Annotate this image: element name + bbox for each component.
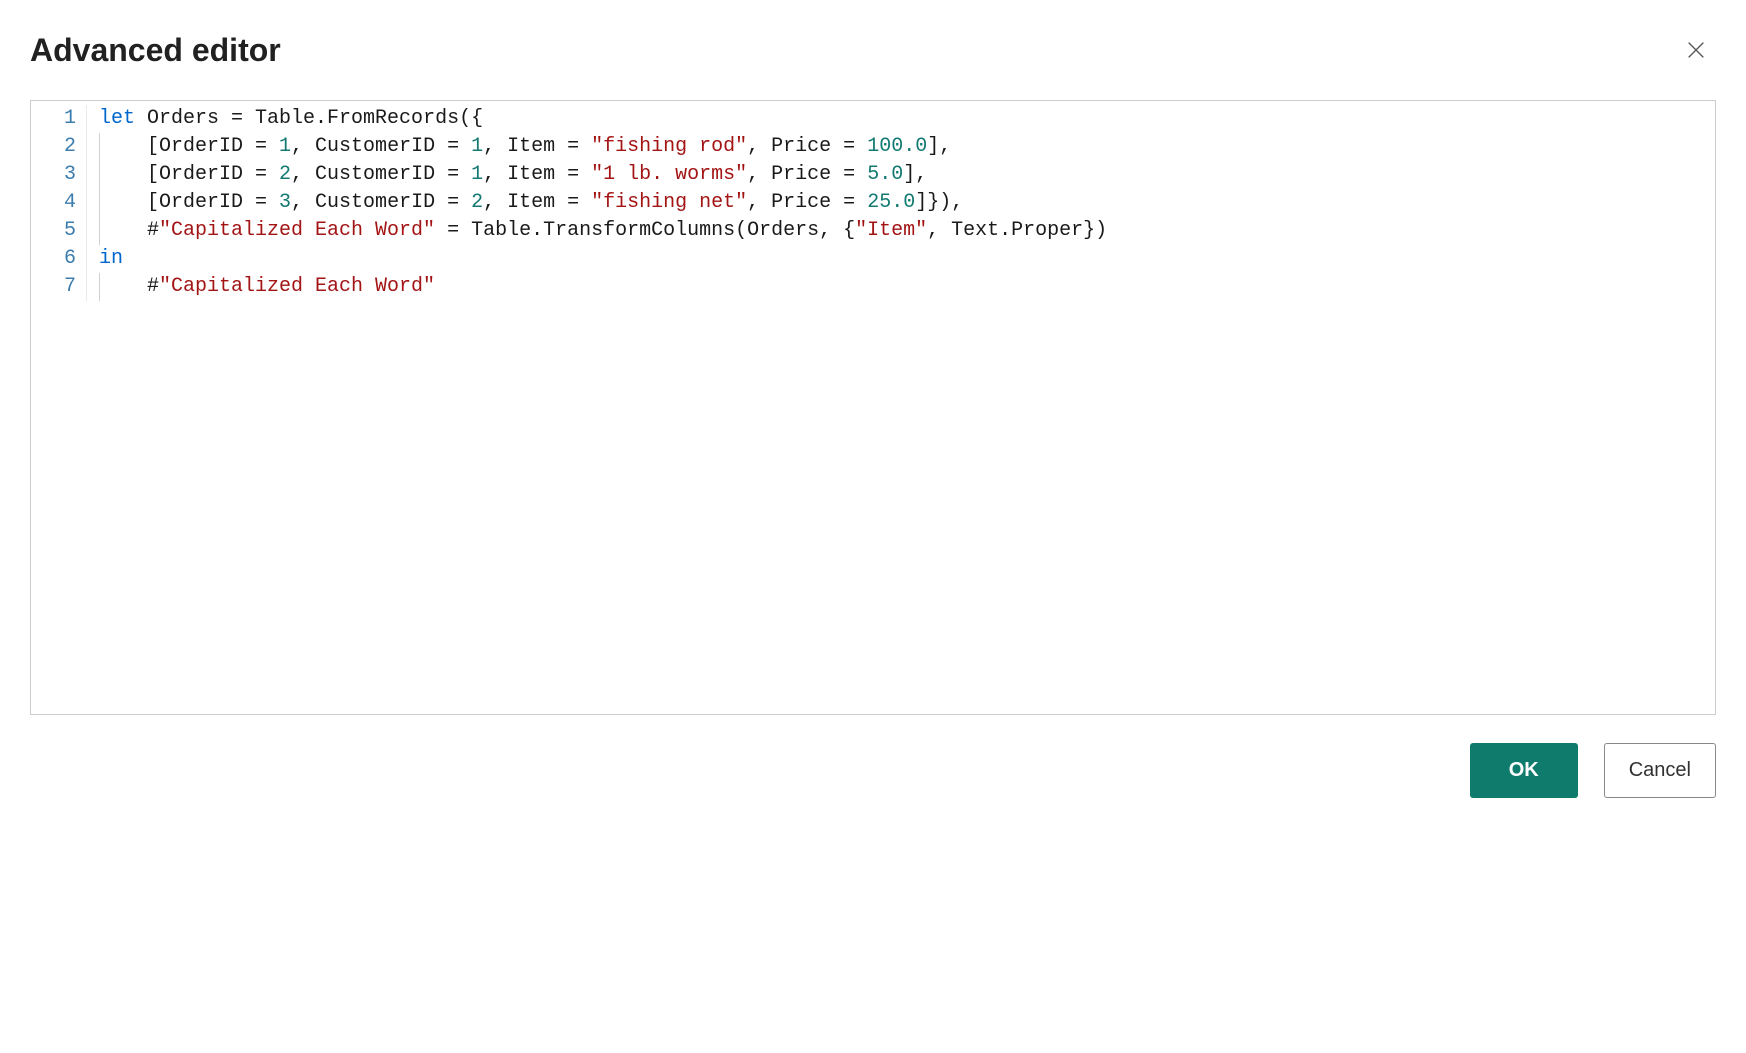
cancel-button[interactable]: Cancel (1604, 743, 1716, 798)
line-number: 3 (31, 161, 76, 189)
line-number: 6 (31, 245, 76, 273)
code-token: "Item" (855, 219, 927, 242)
code-line[interactable]: let Orders = Table.FromRecords({ (99, 105, 1715, 133)
line-number: 2 (31, 133, 76, 161)
code-token: 25.0 (867, 191, 915, 214)
code-token: , CustomerID = (291, 135, 471, 158)
code-token: , Item = (483, 191, 591, 214)
close-button[interactable] (1676, 30, 1716, 70)
advanced-editor-dialog: Advanced editor 1234567 let Orders = Tab… (30, 30, 1716, 798)
code-line[interactable]: #"Capitalized Each Word" = Table.Transfo… (99, 217, 1715, 245)
code-editor[interactable]: 1234567 let Orders = Table.FromRecords({… (30, 100, 1716, 715)
line-number: 5 (31, 217, 76, 245)
code-token: 5.0 (867, 163, 903, 186)
code-token: 1 (471, 163, 483, 186)
line-number: 4 (31, 189, 76, 217)
code-token: # (99, 219, 159, 242)
code-token: "1 lb. worms" (591, 163, 747, 186)
close-icon (1685, 39, 1707, 61)
code-line[interactable]: [OrderID = 1, CustomerID = 1, Item = "fi… (99, 133, 1715, 161)
code-token: "Capitalized Each Word" (159, 219, 435, 242)
code-token: [OrderID = (99, 191, 279, 214)
code-token: , CustomerID = (291, 191, 471, 214)
code-area: 1234567 let Orders = Table.FromRecords({… (31, 101, 1715, 301)
code-token: "fishing net" (591, 191, 747, 214)
code-line[interactable]: [OrderID = 3, CustomerID = 2, Item = "fi… (99, 189, 1715, 217)
code-token: in (99, 247, 123, 270)
code-token: ]}), (915, 191, 963, 214)
code-token: [OrderID = (99, 135, 279, 158)
code-token: Orders = Table.FromRecords({ (135, 107, 483, 130)
code-token: 100.0 (867, 135, 927, 158)
code-line[interactable]: in (99, 245, 1715, 273)
code-token: , Price = (747, 191, 867, 214)
code-token: , CustomerID = (291, 163, 471, 186)
code-token: , Item = (483, 135, 591, 158)
code-token: = Table.TransformColumns(Orders, { (435, 219, 855, 242)
code-token: , Item = (483, 163, 591, 186)
dialog-header: Advanced editor (30, 30, 1716, 70)
code-token: 2 (279, 163, 291, 186)
code-token: [OrderID = (99, 163, 279, 186)
code-token: ], (927, 135, 951, 158)
code-token: 3 (279, 191, 291, 214)
dialog-title: Advanced editor (30, 32, 281, 69)
code-token: 1 (279, 135, 291, 158)
code-token: let (99, 107, 135, 130)
code-token: ], (903, 163, 927, 186)
code-token: 2 (471, 191, 483, 214)
code-token: , Price = (747, 163, 867, 186)
code-token: "fishing rod" (591, 135, 747, 158)
code-token: 1 (471, 135, 483, 158)
code-line[interactable]: [OrderID = 2, CustomerID = 1, Item = "1 … (99, 161, 1715, 189)
line-number: 7 (31, 273, 76, 301)
code-token: "Capitalized Each Word" (159, 275, 435, 298)
line-number-gutter: 1234567 (31, 105, 86, 301)
code-token: # (99, 275, 159, 298)
dialog-footer: OK Cancel (30, 743, 1716, 798)
code-token: , Price = (747, 135, 867, 158)
line-number: 1 (31, 105, 76, 133)
ok-button[interactable]: OK (1470, 743, 1578, 798)
code-token: , Text.Proper}) (927, 219, 1107, 242)
code-lines[interactable]: let Orders = Table.FromRecords({ [OrderI… (86, 105, 1715, 301)
code-line[interactable]: #"Capitalized Each Word" (99, 273, 1715, 301)
